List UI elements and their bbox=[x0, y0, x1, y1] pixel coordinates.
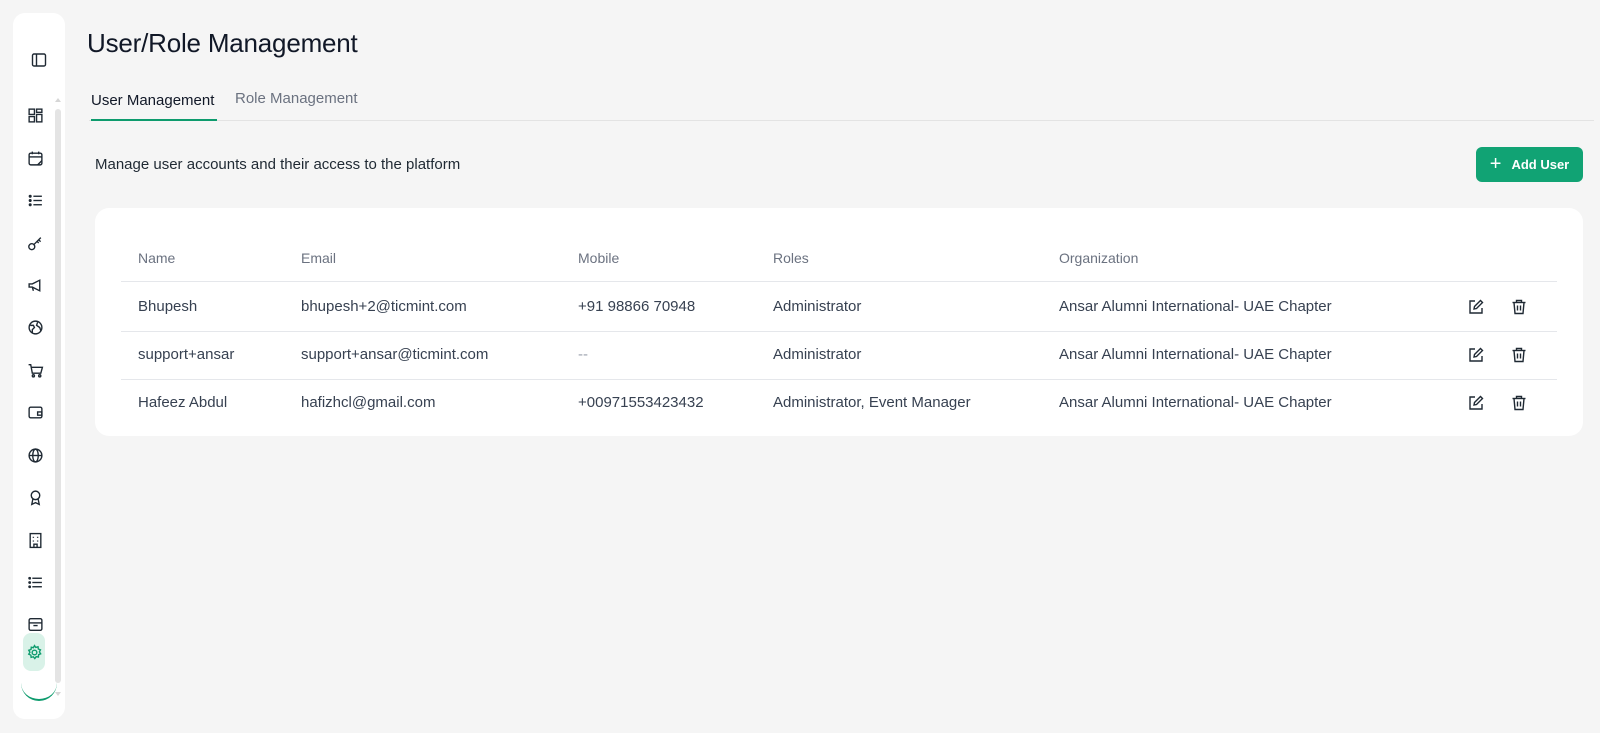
edit-user-button[interactable] bbox=[1466, 393, 1486, 413]
column-header-organization[interactable]: Organization bbox=[1059, 250, 1138, 266]
edit-icon bbox=[1469, 299, 1484, 314]
delete-user-button[interactable] bbox=[1509, 297, 1529, 317]
page-title: User/Role Management bbox=[87, 28, 358, 58]
nav-dashboard[interactable] bbox=[21, 99, 49, 131]
nav-keys[interactable] bbox=[21, 227, 49, 259]
cell-roles: Administrator bbox=[773, 298, 862, 315]
nav-list-ordered[interactable] bbox=[21, 184, 49, 216]
cell-name: support+ansar bbox=[138, 346, 235, 363]
edit-user-button[interactable] bbox=[1466, 345, 1486, 365]
cell-roles: Administrator bbox=[773, 346, 862, 363]
trash-icon bbox=[1512, 347, 1526, 363]
key-icon bbox=[27, 236, 41, 250]
cell-name: Bhupesh bbox=[138, 298, 198, 315]
cell-email: bhupesh+2@ticmint.com bbox=[301, 298, 467, 315]
plus-icon: + bbox=[1489, 152, 1502, 175]
list-ordered-icon bbox=[28, 194, 42, 206]
table-row: Bhupesh bhupesh+2@ticmint.com +91 98866 … bbox=[121, 283, 1557, 332]
user-avatar-ring[interactable] bbox=[21, 681, 57, 701]
trash-icon bbox=[1512, 395, 1526, 411]
megaphone-icon bbox=[27, 278, 40, 292]
cell-email: support+ansar@ticmint.com bbox=[301, 346, 489, 363]
nav-calendar[interactable] bbox=[21, 142, 49, 174]
sidebar-toggle-button[interactable] bbox=[13, 48, 65, 72]
table-header: Name Email Mobile Roles Organization bbox=[121, 238, 1557, 282]
nav-announcements[interactable] bbox=[21, 269, 49, 301]
column-header-name[interactable]: Name bbox=[138, 250, 175, 266]
cell-mobile: +00971553423432 bbox=[578, 394, 704, 411]
nav-store[interactable] bbox=[21, 354, 49, 386]
globe-icon bbox=[27, 447, 43, 463]
column-header-email[interactable]: Email bbox=[301, 250, 336, 266]
cell-email: hafizhcl@gmail.com bbox=[301, 394, 436, 411]
column-header-mobile[interactable]: Mobile bbox=[578, 250, 619, 266]
archive-icon bbox=[27, 617, 43, 631]
nav-awards[interactable] bbox=[21, 481, 49, 513]
tab-bar: User Management Role Management bbox=[89, 84, 1594, 121]
sidebar-scrollbar[interactable] bbox=[54, 98, 62, 696]
delete-user-button[interactable] bbox=[1509, 393, 1529, 413]
add-user-button[interactable]: + Add User bbox=[1476, 147, 1583, 182]
edit-icon bbox=[1469, 347, 1484, 362]
list-icon bbox=[27, 576, 42, 588]
delete-user-button[interactable] bbox=[1509, 345, 1529, 365]
nav-website[interactable] bbox=[21, 439, 49, 471]
tab-user-management[interactable]: User Management bbox=[91, 84, 217, 121]
nav-wallet[interactable] bbox=[21, 396, 49, 428]
add-user-label: Add User bbox=[1511, 157, 1570, 172]
award-icon bbox=[30, 489, 40, 506]
tab-role-management[interactable]: Role Management bbox=[235, 84, 358, 121]
users-table: Name Email Mobile Roles Organization Bhu… bbox=[95, 208, 1583, 436]
scroll-up-arrow[interactable] bbox=[55, 98, 61, 102]
scroll-thumb[interactable] bbox=[55, 109, 61, 683]
sidebar bbox=[13, 13, 65, 719]
table-row: Hafeez Abdul hafizhcl@gmail.com +0097155… bbox=[121, 379, 1557, 428]
nav-settings[interactable] bbox=[23, 633, 45, 671]
column-header-roles[interactable]: Roles bbox=[773, 250, 809, 266]
dashboard-icon bbox=[27, 107, 43, 123]
table-row: support+ansar support+ansar@ticmint.com … bbox=[121, 331, 1557, 380]
page-description: Manage user accounts and their access to… bbox=[95, 156, 461, 173]
nav-organizations[interactable] bbox=[21, 524, 49, 556]
nav-list[interactable] bbox=[21, 566, 49, 598]
calendar-icon bbox=[27, 151, 43, 166]
cell-mobile: +91 98866 70948 bbox=[578, 298, 696, 315]
gear-icon bbox=[27, 643, 42, 660]
cell-name: Hafeez Abdul bbox=[138, 394, 228, 411]
nav-community[interactable] bbox=[21, 311, 49, 343]
sidebar-panel-icon bbox=[31, 53, 47, 67]
trash-icon bbox=[1512, 299, 1526, 315]
cell-organization: Ansar Alumni International- UAE Chapter bbox=[1059, 394, 1332, 411]
cell-roles: Administrator, Event Manager bbox=[773, 394, 971, 411]
wallet-icon bbox=[27, 405, 43, 419]
scroll-down-arrow[interactable] bbox=[55, 692, 61, 696]
cell-organization: Ansar Alumni International- UAE Chapter bbox=[1059, 346, 1332, 363]
building-icon bbox=[28, 532, 42, 548]
cell-organization: Ansar Alumni International- UAE Chapter bbox=[1059, 298, 1332, 315]
cart-icon bbox=[28, 363, 43, 378]
edit-user-button[interactable] bbox=[1466, 297, 1486, 317]
cell-mobile: -- bbox=[578, 346, 588, 363]
globe-hands-icon bbox=[27, 319, 43, 335]
edit-icon bbox=[1469, 395, 1484, 410]
